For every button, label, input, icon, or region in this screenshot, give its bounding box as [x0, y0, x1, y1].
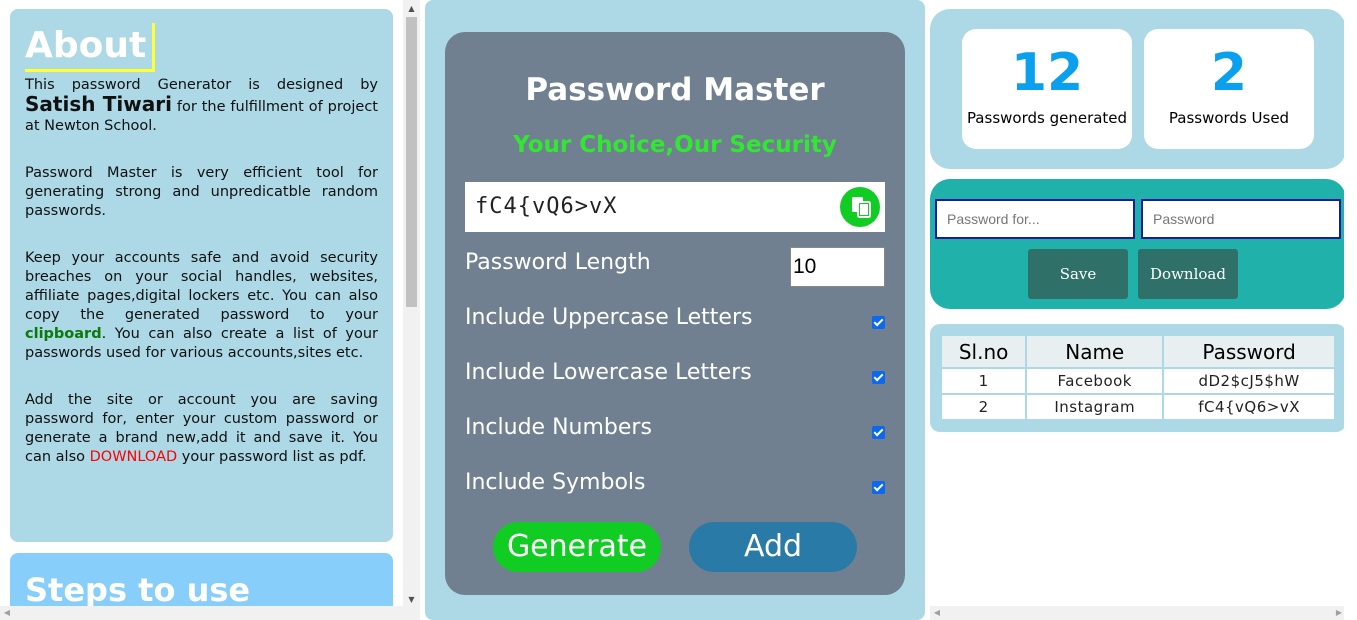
- about-paragraph-3: Keep your accounts safe and avoid securi…: [25, 249, 378, 363]
- generator-panel: Password Master Your Choice,Our Security…: [425, 0, 925, 620]
- used-stat: 2 Passwords Used: [1144, 29, 1314, 149]
- table-row: 2 Instagram fC4{vQ6>vX: [939, 393, 1336, 421]
- save-password-form: Password for... Password Save Download: [930, 179, 1346, 309]
- password-length-label: Password Length: [465, 250, 651, 275]
- generate-button[interactable]: Generate: [493, 522, 661, 572]
- generator-card: Password Master Your Choice,Our Security…: [445, 32, 905, 595]
- left-horizontal-scrollbar[interactable]: ◀: [0, 606, 420, 620]
- uppercase-checkbox[interactable]: [872, 316, 885, 329]
- row-password: fC4{vQ6>vX: [1162, 393, 1336, 421]
- password-input[interactable]: Password: [1141, 199, 1341, 239]
- left-vertical-scrollbar[interactable]: ▲ ▼: [403, 0, 420, 620]
- about-p3-start: Keep your accounts safe and avoid securi…: [25, 250, 378, 323]
- used-count-label: Passwords Used: [1168, 109, 1290, 127]
- saved-passwords-card: Sl.no Name Password 1 Facebook dD2$cJ5$h…: [930, 324, 1346, 432]
- generated-stat: 12 Passwords generated: [962, 29, 1132, 149]
- right-horizontal-scrollbar[interactable]: ◀ ▶: [930, 606, 1346, 620]
- row-password: dD2$cJ5$hW: [1162, 367, 1336, 395]
- app-title: Password Master: [525, 72, 825, 108]
- steps-title: Steps to use: [25, 571, 251, 609]
- generated-password-display[interactable]: fC4{vQ6>vX: [465, 182, 885, 232]
- copy-to-clipboard-button[interactable]: [840, 187, 880, 227]
- saved-passwords-table: Sl.no Name Password 1 Facebook dD2$cJ5$h…: [939, 334, 1336, 421]
- scroll-left-arrow-icon[interactable]: ◀: [0, 606, 14, 620]
- lowercase-option-label: Include Lowercase Letters: [465, 360, 752, 385]
- app-root: About This password Generator is designe…: [0, 0, 1357, 620]
- lowercase-checkbox[interactable]: [872, 371, 885, 384]
- row-name: Facebook: [1025, 367, 1165, 395]
- site-name-input[interactable]: Password for...: [935, 199, 1135, 239]
- symbols-checkbox[interactable]: [872, 481, 885, 494]
- header-sl-no: Sl.no: [939, 334, 1028, 369]
- about-paragraph-4: Add the site or account you are saving p…: [25, 391, 378, 467]
- row-name: Instagram: [1025, 393, 1165, 421]
- header-password: Password: [1162, 334, 1336, 369]
- about-paragraph-2: Password Master is very efficient tool f…: [25, 165, 378, 219]
- right-vertical-scrollbar[interactable]: [1344, 0, 1357, 620]
- about-title: About: [25, 23, 156, 72]
- about-card: About This password Generator is designe…: [10, 9, 393, 542]
- download-button[interactable]: Download: [1138, 249, 1238, 299]
- info-panel: About This password Generator is designe…: [0, 0, 420, 620]
- save-button[interactable]: Save: [1028, 249, 1128, 299]
- author-name: Satish Tiwari: [25, 92, 172, 116]
- about-p1-start: This password Generator is designed by: [25, 77, 378, 93]
- about-text: This password Generator is designed by S…: [25, 76, 378, 467]
- manager-panel: 12 Passwords generated 2 Passwords Used …: [930, 0, 1357, 620]
- about-p4-end: your password list as pdf.: [177, 449, 367, 465]
- numbers-checkbox[interactable]: [872, 426, 885, 439]
- add-button[interactable]: Add: [689, 522, 857, 572]
- scroll-up-arrow-icon[interactable]: ▲: [403, 0, 420, 17]
- header-name: Name: [1025, 334, 1165, 369]
- password-length-input[interactable]: 10: [790, 247, 885, 287]
- numbers-option-label: Include Numbers: [465, 415, 652, 440]
- table-header-row: Sl.no Name Password: [939, 334, 1336, 369]
- app-tagline: Your Choice,Our Security: [513, 132, 837, 158]
- generated-password-text: fC4{vQ6>vX: [475, 194, 618, 219]
- scrollbar-thumb[interactable]: [406, 17, 417, 307]
- table-row: 1 Facebook dD2$cJ5$hW: [939, 367, 1336, 395]
- generated-count-label: Passwords generated: [966, 109, 1128, 127]
- generated-count: 12: [1010, 43, 1084, 103]
- symbols-option-label: Include Symbols: [465, 470, 646, 495]
- row-sl-no: 2: [939, 393, 1028, 421]
- download-highlight: DOWNLOAD: [89, 449, 178, 465]
- clipboard-highlight: clipboard: [25, 326, 102, 342]
- uppercase-option-label: Include Uppercase Letters: [465, 305, 753, 330]
- scroll-left-arrow-icon[interactable]: ◀: [930, 606, 944, 620]
- copy-icon: [852, 197, 871, 218]
- row-sl-no: 1: [939, 367, 1028, 395]
- about-paragraph-1: This password Generator is designed by S…: [25, 76, 378, 136]
- used-count: 2: [1210, 43, 1248, 103]
- stats-card: 12 Passwords generated 2 Passwords Used: [930, 9, 1346, 169]
